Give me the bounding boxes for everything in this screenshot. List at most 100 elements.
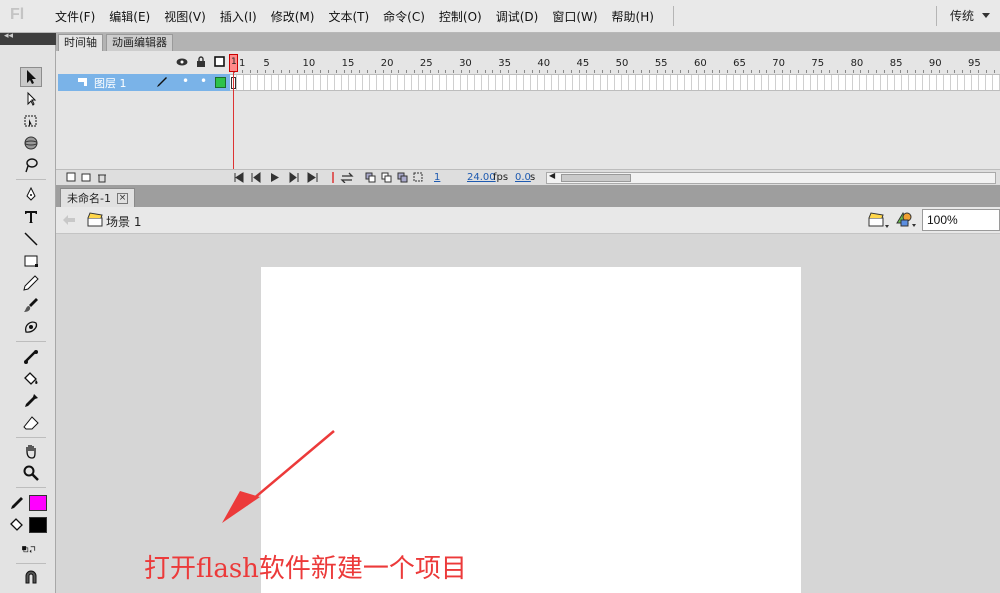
3d-rotation-tool[interactable]: [20, 133, 42, 153]
lasso-tool[interactable]: [20, 155, 42, 175]
line-tool[interactable]: [20, 229, 42, 249]
frames-row[interactable]: [230, 74, 1000, 91]
ruler-tick: [562, 70, 564, 73]
layer-outline-color[interactable]: [215, 77, 226, 88]
tab-motion-editor[interactable]: 动画编辑器: [106, 34, 173, 51]
bone-tool[interactable]: [20, 347, 42, 367]
menu-window[interactable]: 窗口(W): [545, 8, 604, 25]
subselection-tool[interactable]: [20, 89, 42, 109]
hand-icon: [26, 445, 36, 459]
scene-breadcrumb[interactable]: 场景 1: [106, 213, 141, 230]
layer-row[interactable]: 图层 1 • •: [58, 74, 230, 91]
menu-modify[interactable]: 修改(M): [264, 8, 322, 25]
fill-color-swatch[interactable]: [29, 517, 47, 533]
edit-symbols-icon[interactable]: [895, 210, 917, 229]
frame-number-85: 85: [889, 58, 903, 69]
ruler-tick: [883, 70, 885, 73]
ruler-tick: [382, 70, 384, 73]
pencil-tool[interactable]: [20, 273, 42, 293]
text-t-icon: [25, 211, 37, 223]
arrow-pointer-icon: [27, 70, 36, 84]
paint-bucket-tool[interactable]: [20, 369, 42, 389]
document-tab[interactable]: 未命名-1 ×: [60, 188, 135, 207]
workspace-switcher[interactable]: 传统: [950, 7, 990, 24]
ruler-tick: [359, 70, 361, 73]
ruler-tick: [461, 70, 463, 73]
tab-timeline[interactable]: 时间轴: [58, 34, 103, 51]
scene-clapper-icon: [87, 212, 103, 227]
collapse-icon[interactable]: ◂◂: [4, 31, 13, 41]
ruler-tick: [273, 70, 275, 73]
time-unit: s: [530, 172, 536, 183]
time-field[interactable]: 0.0: [515, 172, 531, 183]
hand-tool[interactable]: [20, 441, 42, 461]
timeline-scrollbar[interactable]: ◀: [546, 171, 996, 184]
visibility-dot-icon[interactable]: •: [182, 74, 189, 88]
edit-scene-icon[interactable]: [868, 211, 890, 229]
ruler-tick: [515, 70, 517, 73]
menu-debug[interactable]: 调试(D): [489, 8, 546, 25]
playback-controls-icon[interactable]: [234, 172, 324, 183]
ruler-tick: [899, 70, 901, 73]
ruler-tick: [836, 70, 838, 73]
menu-help[interactable]: 帮助(H): [605, 8, 661, 25]
layer-name: 图层 1: [94, 77, 127, 90]
lock-icon[interactable]: [196, 56, 206, 67]
free-transform-tool[interactable]: [20, 111, 42, 131]
tools-panel-header[interactable]: ◂◂: [0, 31, 56, 45]
snap-tool[interactable]: [20, 567, 42, 587]
menu-insert[interactable]: 插入(I): [213, 8, 264, 25]
ruler-tick: [445, 70, 447, 73]
selection-tool[interactable]: [20, 67, 42, 87]
menu-view[interactable]: 视图(V): [157, 8, 213, 25]
eraser-tool[interactable]: [20, 413, 42, 433]
ruler-tick: [312, 70, 314, 73]
ruler-tick: [680, 70, 682, 73]
playhead[interactable]: 1: [229, 54, 238, 72]
close-icon[interactable]: ×: [116, 192, 128, 204]
ruler-tick: [813, 70, 815, 73]
menu-file[interactable]: 文件(F): [48, 8, 102, 25]
tool-separator: [16, 563, 46, 564]
stroke-color-swatch[interactable]: [29, 495, 47, 511]
eraser-icon: [23, 416, 39, 430]
fps-unit: fps: [493, 172, 509, 183]
onion-skin-icons[interactable]: [330, 172, 430, 183]
ruler-tick: [249, 70, 251, 73]
ruler-tick: [805, 70, 807, 73]
menu-control[interactable]: 控制(O): [432, 8, 489, 25]
ruler-tick: [421, 70, 423, 73]
tools-panel: [0, 45, 56, 593]
annotation-arrow-icon: [222, 430, 335, 523]
ruler-tick: [484, 70, 486, 73]
frame-number-10: 10: [302, 58, 316, 69]
menu-edit[interactable]: 编辑(E): [102, 8, 157, 25]
color-swap-controls[interactable]: [14, 539, 44, 559]
current-frame-field[interactable]: 1: [434, 172, 440, 183]
scroll-left-icon[interactable]: ◀: [549, 171, 555, 180]
menu-text[interactable]: 文本(T): [321, 8, 376, 25]
lock-dot-icon[interactable]: •: [200, 74, 207, 88]
ruler-tick: [797, 70, 799, 73]
timeline-scroll-thumb[interactable]: [561, 174, 631, 182]
frame-number-50: 50: [615, 58, 629, 69]
text-tool[interactable]: [20, 207, 42, 227]
menu-commands[interactable]: 命令(C): [376, 8, 432, 25]
deco-icon: [25, 321, 38, 333]
pen-tool[interactable]: [20, 185, 42, 205]
outline-icon[interactable]: [214, 56, 225, 67]
eye-icon[interactable]: [176, 57, 188, 67]
zoom-tool[interactable]: [20, 463, 42, 483]
zoom-input[interactable]: [922, 209, 1000, 231]
fps-field[interactable]: 24.00: [467, 172, 496, 183]
ruler-tick: [280, 70, 282, 73]
ruler-tick: [758, 70, 760, 73]
brush-tool[interactable]: [20, 295, 42, 315]
deco-tool[interactable]: [20, 317, 42, 337]
ruler-tick: [727, 70, 729, 73]
back-arrow-icon[interactable]: [63, 215, 75, 225]
rectangle-tool[interactable]: [20, 251, 42, 271]
eyedropper-tool[interactable]: [20, 391, 42, 411]
layer-buttons-icons[interactable]: [66, 172, 110, 183]
ruler-tick: [625, 70, 627, 73]
